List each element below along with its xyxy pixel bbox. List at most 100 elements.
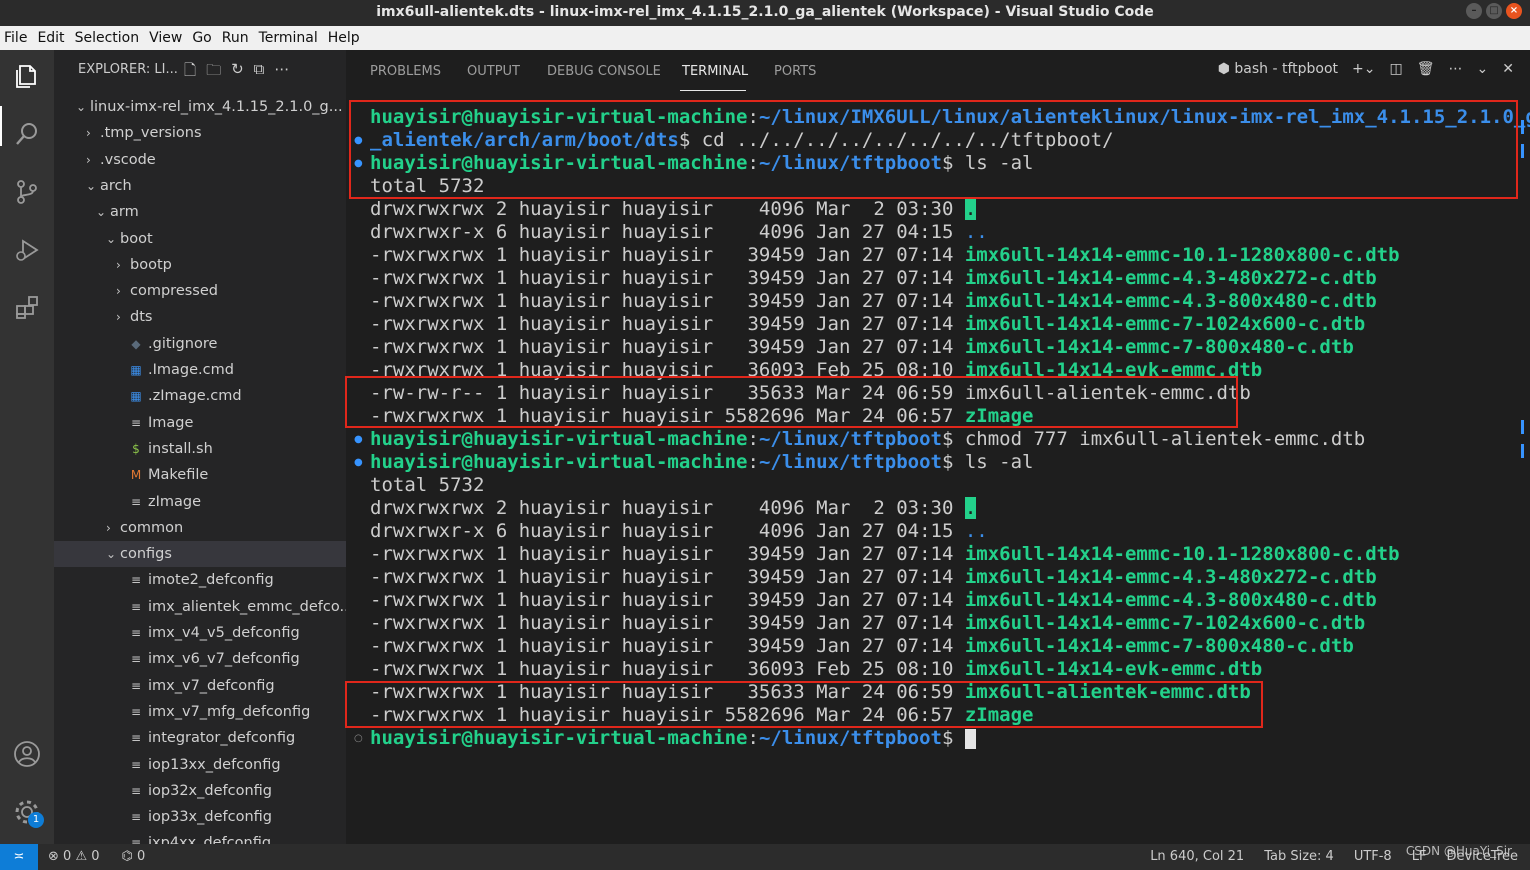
active-tab-underline xyxy=(680,90,746,91)
menu-run[interactable]: Run xyxy=(218,30,255,46)
tree-file[interactable]: ≡ imx_v7_mfg_defconfig xyxy=(54,699,346,725)
tree-folder[interactable]: › .tmp_versions xyxy=(54,120,346,146)
encoding[interactable]: UTF-8 xyxy=(1354,844,1392,870)
tree-file[interactable]: ≡ imx_v7_defconfig xyxy=(54,673,346,699)
tree-file[interactable]: ▦ .zImage.cmd xyxy=(54,383,346,409)
new-file-icon[interactable]: 🗋 xyxy=(184,60,196,85)
kill-terminal-icon[interactable]: 🗑 xyxy=(1417,61,1435,77)
new-terminal-icon[interactable]: +⌄ xyxy=(1352,61,1375,77)
collapse-all-icon[interactable]: ⧉ xyxy=(254,60,265,85)
tree-folder[interactable]: ⌄ boot xyxy=(54,226,346,252)
tree-file[interactable]: ▦ .Image.cmd xyxy=(54,357,346,383)
tree-file[interactable]: ≡ imx_v4_v5_defconfig xyxy=(54,620,346,646)
terminal-instance[interactable]: ⬢ bash - tftpboot xyxy=(1218,61,1338,77)
tree-folder[interactable]: › common xyxy=(54,515,346,541)
terminal-text: . xyxy=(964,198,977,220)
tree-item-label: install.sh xyxy=(148,440,213,457)
minimize-button[interactable]: – xyxy=(1466,3,1482,19)
tree-file[interactable]: ◆ .gitignore xyxy=(54,331,346,357)
menu-view[interactable]: View xyxy=(145,30,188,46)
terminal-text: drwxrwxrwx 2 huayisir huayisir 4096 Mar … xyxy=(370,198,965,220)
command-decoration-icon[interactable]: ○ xyxy=(354,727,363,750)
command-decoration-icon[interactable]: ● xyxy=(354,451,363,474)
panel-more-icon[interactable]: ⋯ xyxy=(1449,61,1463,77)
activity-bar: 1 xyxy=(0,50,54,844)
tree-item-label: imx_v7_mfg_defconfig xyxy=(148,703,311,720)
tree-file[interactable]: ≡ imx_v6_v7_defconfig xyxy=(54,646,346,672)
tree-item-label: Image xyxy=(148,414,194,431)
tree-folder[interactable]: ⌄ configs xyxy=(54,541,346,568)
tree-folder[interactable]: ⌄ arm xyxy=(54,199,346,225)
tree-item-label: ixp4xx_defconfig xyxy=(148,835,272,844)
terminal-cursor xyxy=(964,728,976,749)
tab-debug-console[interactable]: DEBUG CONSOLE xyxy=(547,64,661,79)
cursor-position[interactable]: Ln 640, Col 21 xyxy=(1150,844,1244,870)
tree-folder[interactable]: ⌄ linux-imx-rel_imx_4.1.15_2.1.0_g... xyxy=(54,94,346,120)
account-icon[interactable] xyxy=(13,740,41,768)
tree-item-label: .zImage.cmd xyxy=(148,388,242,405)
tree-item-label: linux-imx-rel_imx_4.1.15_2.1.0_g... xyxy=(90,99,343,115)
terminal-text: imx6ull-14x14-evk-emmc.dtb xyxy=(964,658,1263,680)
tree-folder[interactable]: › compressed xyxy=(54,278,346,304)
menu-terminal[interactable]: Terminal xyxy=(255,30,324,46)
close-panel-icon[interactable]: ✕ xyxy=(1502,61,1514,77)
explorer-icon[interactable] xyxy=(13,62,41,90)
tree-folder[interactable]: › .vscode xyxy=(54,147,346,173)
tab-problems[interactable]: PROBLEMS xyxy=(370,64,441,79)
split-terminal-icon[interactable]: ◫ xyxy=(1390,61,1403,77)
source-control-icon[interactable] xyxy=(13,178,41,206)
tree-file[interactable]: ≡ iop32x_defconfig xyxy=(54,778,346,804)
chevron-down-icon: ⌄ xyxy=(96,205,107,220)
remote-indicator[interactable]: ≍ xyxy=(0,844,38,870)
tree-file[interactable]: ≡ Image xyxy=(54,410,346,436)
extensions-icon[interactable] xyxy=(13,294,41,322)
search-icon[interactable] xyxy=(13,120,41,148)
terminal-output[interactable]: huayisir@huayisir-virtual-machine:~/linu… xyxy=(370,106,1530,750)
text-file-icon: ≡ xyxy=(130,836,142,844)
new-folder-icon[interactable]: 🗀 xyxy=(206,60,221,85)
menu-file[interactable]: File xyxy=(0,30,33,46)
tab-output[interactable]: OUTPUT xyxy=(467,64,520,79)
tree-file[interactable]: $ install.sh xyxy=(54,436,346,462)
tree-file[interactable]: ≡ iop33x_defconfig xyxy=(54,804,346,830)
terminal-text: drwxrwxrwx 2 huayisir huayisir 4096 Mar … xyxy=(370,497,965,519)
tree-item-label: boot xyxy=(120,230,153,247)
terminal-line: drwxrwxr-x 6 huayisir huayisir 4096 Jan … xyxy=(370,221,1530,244)
tree-file[interactable]: ≡ zImage xyxy=(54,489,346,515)
tab-terminal[interactable]: TERMINAL xyxy=(682,64,748,79)
terminal-text: $ chmod 777 imx6ull-alientek-emmc.dtb xyxy=(941,428,1366,450)
tab-ports[interactable]: PORTS xyxy=(774,64,816,79)
terminal-text: imx6ull-14x14-emmc-10.1-1280x800-c.dtb xyxy=(964,543,1400,565)
terminal-text: imx6ull-14x14-emmc-7-800x480-c.dtb xyxy=(964,336,1354,358)
close-window-button[interactable]: × xyxy=(1506,3,1522,19)
run-debug-icon[interactable] xyxy=(13,236,41,264)
tree-file[interactable]: ≡ ixp4xx_defconfig xyxy=(54,830,346,844)
tree-file[interactable]: ≡ iop13xx_defconfig xyxy=(54,752,346,778)
tree-item-label: iop32x_defconfig xyxy=(148,782,272,799)
menu-selection[interactable]: Selection xyxy=(71,30,146,46)
terminal-line: -rwxrwxrwx 1 huayisir huayisir 39459 Jan… xyxy=(370,313,1530,336)
tree-folder[interactable]: ⌄ arch xyxy=(54,173,346,199)
tree-file[interactable]: ≡ integrator_defconfig xyxy=(54,725,346,751)
command-decoration-icon[interactable]: ● xyxy=(354,428,363,451)
problems-status[interactable]: ⊗ 0 ⚠ 0 xyxy=(48,844,100,870)
refresh-icon[interactable]: ↻ xyxy=(231,60,244,85)
more-actions-icon[interactable]: ⋯ xyxy=(274,60,289,85)
menu-go[interactable]: Go xyxy=(188,30,217,46)
menu-help[interactable]: Help xyxy=(324,30,366,46)
menu-edit[interactable]: Edit xyxy=(33,30,70,46)
ports-status[interactable]: ⌬ 0 xyxy=(122,844,146,870)
terminal-text: $ ls -al xyxy=(941,451,1034,473)
tree-folder[interactable]: › bootp xyxy=(54,252,346,278)
terminal-text: : xyxy=(747,727,759,749)
maximize-button[interactable]: □ xyxy=(1486,3,1502,19)
text-file-icon: ≡ xyxy=(130,678,142,693)
tree-folder[interactable]: › dts xyxy=(54,304,346,330)
text-file-icon: ≡ xyxy=(130,810,142,825)
maximize-panel-icon[interactable]: ⌄ xyxy=(1477,61,1489,77)
tree-file[interactable]: M Makefile xyxy=(54,462,346,488)
tree-file[interactable]: ≡ imx_alientek_emmc_defco... xyxy=(54,594,346,620)
tree-file[interactable]: ≡ imote2_defconfig xyxy=(54,567,346,593)
tab-size[interactable]: Tab Size: 4 xyxy=(1264,844,1334,870)
watermark: CSDN @HuaYi_Sir xyxy=(1405,844,1512,858)
